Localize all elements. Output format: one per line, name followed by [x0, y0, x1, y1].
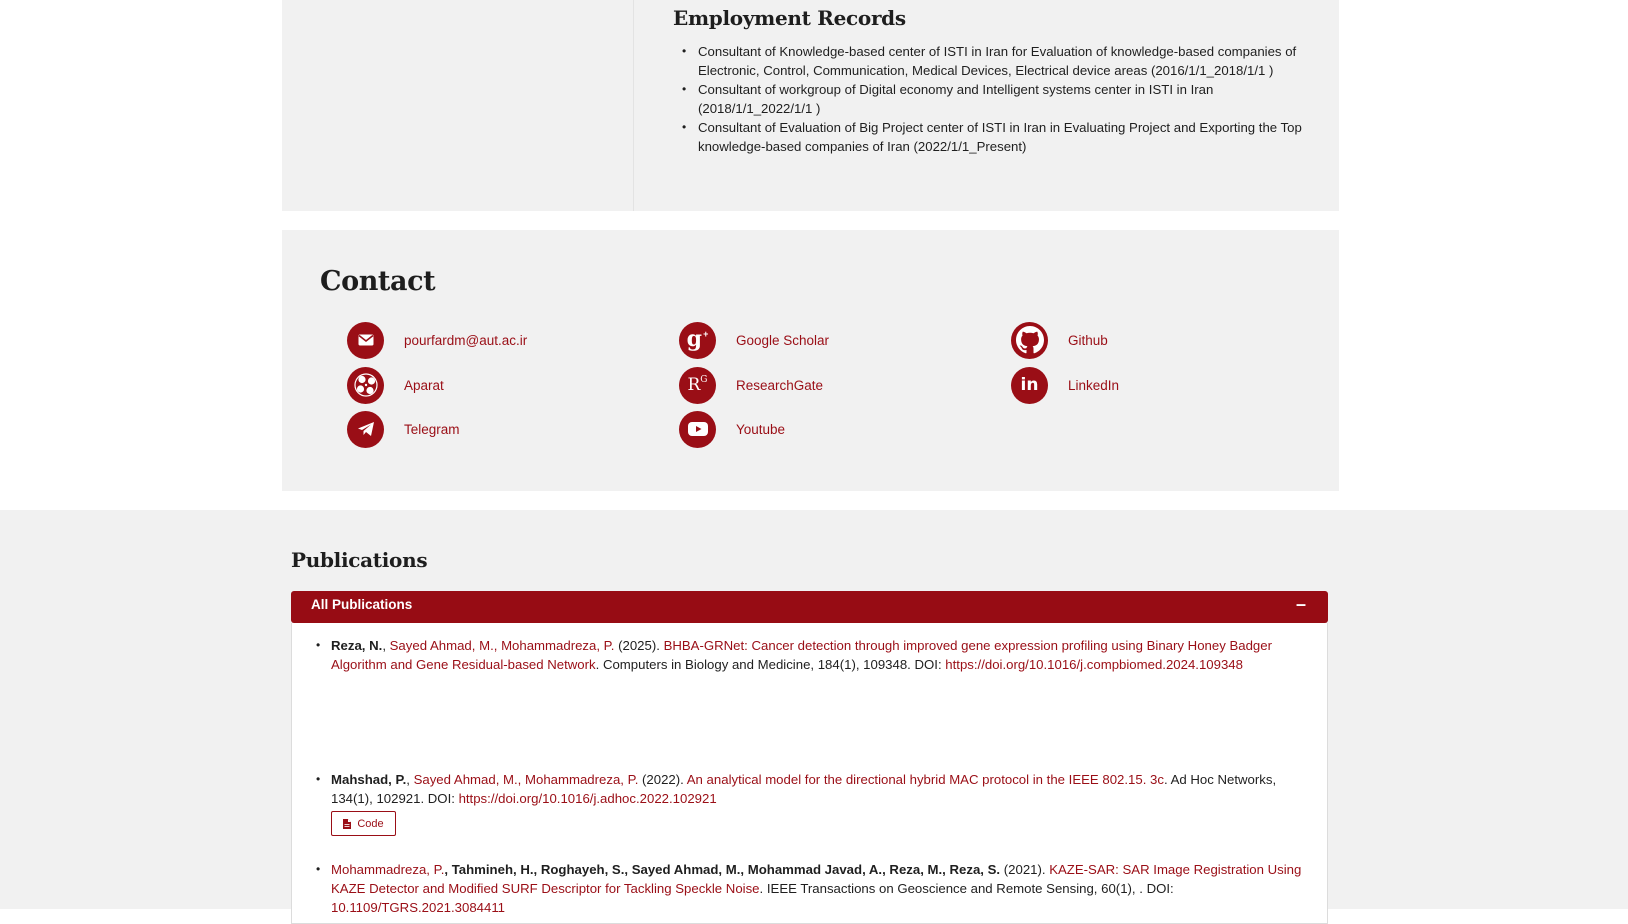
youtube-icon [679, 410, 716, 448]
paper-title-link[interactable]: An analytical model for the directional … [687, 772, 1164, 787]
publication-item: Reza, N., Sayed Ahmad, M., Mohammadreza,… [316, 636, 1316, 674]
email-label: pourfardm@aut.ac.ir [404, 332, 528, 348]
publication-item: Mohammadreza, P., Tahmineh, H., Roghayeh… [316, 860, 1316, 917]
linkedin-label: LinkedIn [1068, 377, 1120, 393]
venue: . Computers in Biology and Medicine, 184… [595, 657, 946, 672]
publications-section: Publications All Publications – Reza, N.… [0, 510, 1628, 924]
authors: , Tahmineh, H., Roghayeh, S., Sayed Ahma… [444, 862, 1001, 877]
separator: , [493, 638, 502, 653]
author-link[interactable]: Sayed Ahmad, M. [390, 638, 494, 653]
researchgate-label: ResearchGate [736, 377, 824, 393]
contact-aparat-link[interactable]: Aparat [347, 365, 444, 405]
author-link[interactable]: Mohammadreza, P. [501, 638, 614, 653]
doi-link[interactable]: 10.1109/TGRS.2021.3084411 [331, 900, 505, 915]
contact-youtube-link[interactable]: Youtube [679, 409, 785, 449]
publications-list: Reza, N., Sayed Ahmad, M., Mohammadreza,… [291, 623, 1328, 924]
contact-linkedin-link[interactable]: in LinkedIn [1011, 365, 1119, 405]
employment-title: Employment Records [673, 6, 906, 30]
employment-item: Consultant of Knowledge-based center of … [682, 42, 1318, 80]
contact-title: Contact [320, 266, 436, 297]
contact-researchgate-link[interactable]: RG ResearchGate [679, 365, 823, 405]
author-link[interactable]: Mohammadreza, P. [525, 772, 638, 787]
employment-item: Consultant of workgroup of Digital econo… [682, 80, 1318, 118]
separator: , [406, 772, 414, 787]
accordion-label: All Publications [311, 597, 413, 612]
telegram-icon [347, 410, 384, 448]
contact-email-link[interactable]: pourfardm@aut.ac.ir [347, 320, 527, 360]
aparat-label: Aparat [404, 377, 444, 393]
publications-title: Publications [291, 548, 428, 572]
doi-link[interactable]: https://doi.org/10.1016/j.adhoc.2022.102… [459, 791, 717, 806]
year: (2021). [1000, 862, 1050, 877]
researchgate-icon: RG [679, 366, 716, 404]
contact-google-scholar-link[interactable]: g + Google Scholar [679, 320, 829, 360]
year: (2025). [614, 638, 664, 653]
employment-item: Consultant of Evaluation of Big Project … [682, 118, 1318, 156]
author-link[interactable]: Sayed Ahmad, M. [414, 772, 518, 787]
separator: , [382, 638, 390, 653]
all-publications-accordion-header[interactable]: All Publications – [291, 591, 1328, 623]
mail-icon [347, 321, 384, 359]
linkedin-icon: in [1011, 366, 1048, 404]
google-scholar-icon: g + [679, 321, 716, 359]
contact-telegram-link[interactable]: Telegram [347, 409, 460, 449]
file-icon [343, 818, 352, 829]
contact-github-link[interactable]: Github [1011, 320, 1108, 360]
code-button-label: Code [357, 817, 384, 830]
publication-item: Mahshad, P., Sayed Ahmad, M., Mohammadre… [316, 770, 1316, 808]
code-button[interactable]: Code [331, 811, 396, 836]
doi-link[interactable]: https://doi.org/10.1016/j.compbiomed.202… [945, 657, 1243, 672]
employment-list: Consultant of Knowledge-based center of … [682, 42, 1318, 156]
collapse-icon[interactable]: – [1296, 594, 1306, 615]
author-link[interactable]: Mohammadreza, P. [331, 862, 444, 877]
author: Reza, N. [331, 638, 383, 653]
github-icon [1011, 321, 1048, 359]
google-scholar-label: Google Scholar [736, 332, 830, 348]
contact-panel: Contact pourfardm@aut.ac.ir Aparat Teleg… [282, 230, 1339, 491]
github-label: Github [1068, 332, 1108, 348]
year: (2022). [638, 772, 687, 787]
youtube-label: Youtube [736, 421, 786, 437]
separator: , [517, 772, 525, 787]
aparat-icon [347, 366, 384, 404]
author: Mahshad, P. [331, 772, 407, 787]
venue: . IEEE Transactions on Geoscience and Re… [759, 881, 1174, 896]
telegram-label: Telegram [404, 421, 460, 437]
column-divider [633, 0, 634, 211]
